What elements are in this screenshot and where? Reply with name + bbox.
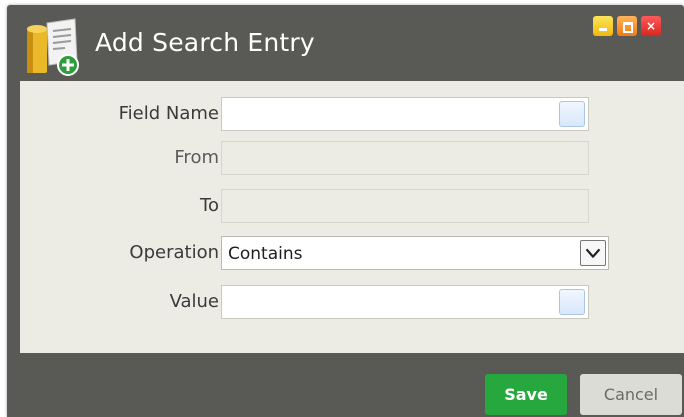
add-search-entry-dialog: Add Search Entry × Field Name From To Op… xyxy=(7,5,684,417)
close-icon: × xyxy=(645,19,657,33)
to-field[interactable] xyxy=(221,189,589,223)
lookup-icon[interactable] xyxy=(559,289,585,315)
minimize-button[interactable] xyxy=(593,16,613,36)
value-field[interactable] xyxy=(221,285,589,319)
form-panel: Field Name From To Operation Contains Va… xyxy=(20,81,684,353)
title-bar[interactable]: Add Search Entry × xyxy=(7,5,684,81)
save-button[interactable]: Save xyxy=(485,374,567,415)
field-name-field[interactable] xyxy=(221,97,589,131)
dialog-title: Add Search Entry xyxy=(95,28,315,57)
operation-label: Operation xyxy=(129,242,219,263)
from-label: From xyxy=(174,147,219,168)
close-button[interactable]: × xyxy=(641,16,661,36)
from-row: From xyxy=(20,141,684,177)
to-row: To xyxy=(20,189,684,225)
lookup-icon[interactable] xyxy=(559,101,585,127)
field-name-label: Field Name xyxy=(118,103,219,124)
field-name-input[interactable] xyxy=(222,98,574,130)
to-input[interactable] xyxy=(222,190,574,222)
field-name-row: Field Name xyxy=(20,97,684,133)
to-label: To xyxy=(200,195,219,216)
value-row: Value xyxy=(20,285,684,321)
from-input[interactable] xyxy=(222,142,574,174)
document-scroll-add-icon xyxy=(27,18,79,76)
cancel-button[interactable]: Cancel xyxy=(580,374,682,415)
maximize-icon xyxy=(623,22,633,33)
operation-select[interactable]: Contains xyxy=(221,236,609,270)
value-label: Value xyxy=(169,291,219,312)
chevron-down-icon[interactable] xyxy=(580,240,606,266)
value-input[interactable] xyxy=(222,286,574,318)
maximize-button[interactable] xyxy=(617,16,637,36)
operation-selected-value: Contains xyxy=(228,244,303,264)
minimize-icon xyxy=(599,28,607,31)
from-field[interactable] xyxy=(221,141,589,175)
operation-row: Operation Contains xyxy=(20,236,684,272)
